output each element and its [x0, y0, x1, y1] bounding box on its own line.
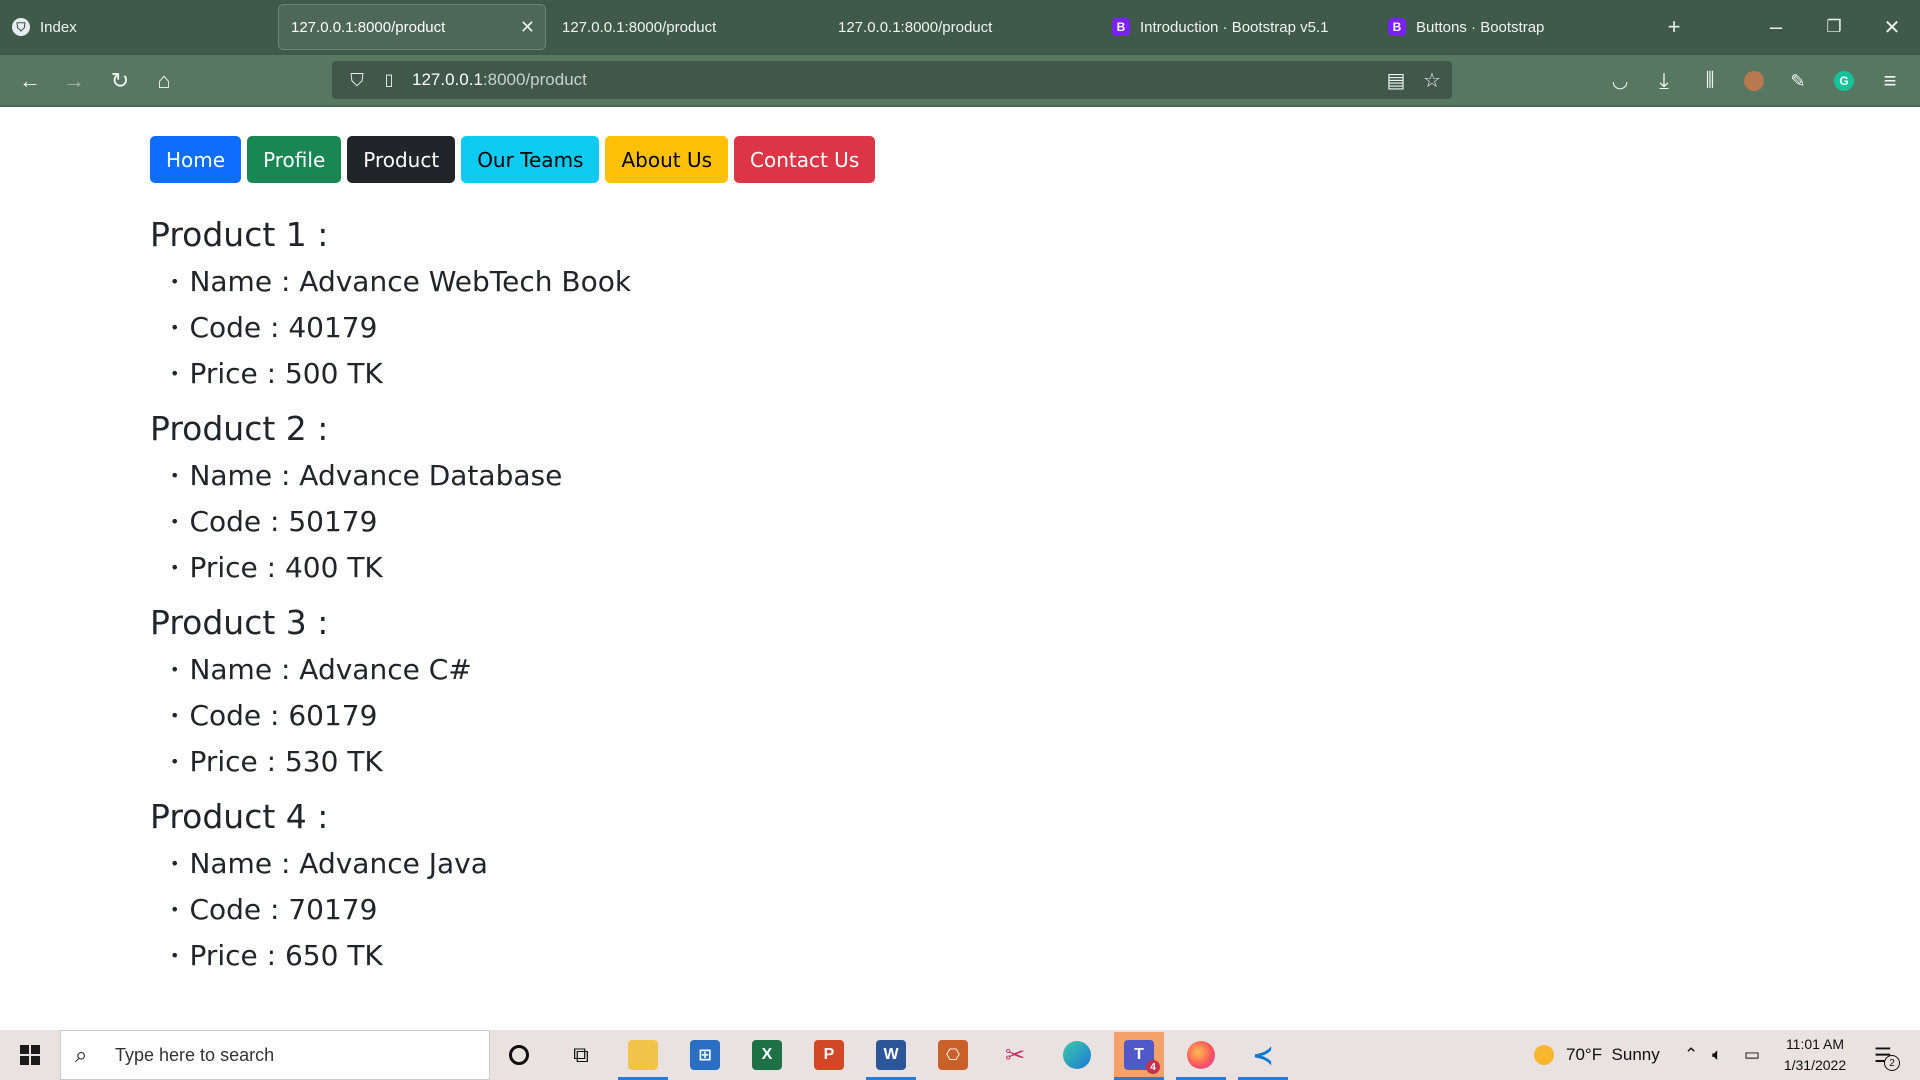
library-icon[interactable]: ⫼ — [1692, 63, 1728, 99]
bookmark-star-icon[interactable]: ☆ — [1414, 61, 1450, 99]
tab-product-3[interactable]: 127.0.0.1:8000/product — [826, 4, 1094, 50]
product-block-1: Product 1 : • Name : Advance WebTech Book… — [150, 211, 631, 397]
search-placeholder: Type here to search — [115, 1044, 275, 1065]
teams-badge: 4 — [1146, 1060, 1160, 1074]
battery-icon[interactable]: ▭ — [1744, 1030, 1760, 1080]
sun-icon — [1534, 1045, 1554, 1065]
product-heading: Product 4 : — [150, 797, 329, 836]
forward-arrow-icon[interactable]: → — [56, 63, 92, 99]
teams-icon[interactable]: T4 — [1114, 1032, 1164, 1080]
word-icon[interactable]: W — [866, 1032, 916, 1080]
browser-nav-bar: ← → ↻ ⌂ ⛉ ▯ 127.0.0.1:8000/product ▤ ☆ ◡… — [0, 55, 1920, 106]
start-button[interactable] — [0, 1030, 60, 1080]
tab-product-active[interactable]: 127.0.0.1:8000/product ✕ — [278, 4, 546, 50]
browser-tab-bar: ⛉ Index 127.0.0.1:8000/product ✕ 127.0.0… — [0, 0, 1920, 55]
powerpoint-icon[interactable]: P — [804, 1032, 854, 1078]
excel-icon[interactable]: X — [742, 1032, 792, 1078]
bootstrap-icon: B — [1112, 18, 1130, 36]
product-block-3: Product 3 : • Name : Advance C# • Code : 6… — [150, 599, 631, 785]
list-item: • Code : 40179 — [170, 311, 378, 344]
microsoft-store-icon[interactable]: ⊞ — [680, 1032, 730, 1078]
url-text[interactable]: 127.0.0.1:8000/product — [412, 70, 587, 90]
list-item: • Code : 60179 — [170, 699, 378, 732]
product-list: Product 1 : • Name : Advance WebTech Book… — [150, 211, 631, 987]
tab-index[interactable]: ⛉ Index — [0, 4, 270, 50]
task-view-icon[interactable]: ⧉ — [556, 1032, 606, 1078]
bootstrap-icon: B — [1388, 18, 1406, 36]
volume-icon[interactable]: 🔈︎ — [1712, 1030, 1722, 1080]
list-item: • Name : Advance Database — [170, 459, 563, 492]
file-explorer-icon[interactable] — [618, 1032, 668, 1080]
back-arrow-icon[interactable]: ← — [12, 63, 48, 99]
page-content: Home Profile Product Our Teams About Us … — [0, 107, 1920, 1030]
notification-count: 2 — [1884, 1055, 1900, 1071]
product-button[interactable]: Product — [347, 136, 456, 183]
firefox-icon[interactable] — [1176, 1032, 1226, 1080]
list-item: • Price : 650 TK — [170, 939, 383, 972]
snipping-tool-icon[interactable]: ✂ — [990, 1032, 1040, 1078]
download-icon[interactable]: ⤓ — [1646, 63, 1682, 99]
product-heading: Product 2 : — [150, 409, 329, 448]
edge-browser-icon[interactable] — [1052, 1032, 1102, 1078]
tab-bootstrap-buttons[interactable]: B Buttons · Bootstrap — [1376, 4, 1646, 50]
close-window-icon[interactable]: ✕ — [1872, 10, 1912, 44]
tab-label: Introduction · Bootstrap v5.1 — [1140, 18, 1329, 36]
list-item: • Name : Advance C# — [170, 653, 472, 686]
tab-label: Index — [40, 18, 77, 36]
list-item: • Price : 500 TK — [170, 357, 383, 390]
reload-icon[interactable]: ↻ — [102, 63, 138, 99]
grammarly-icon[interactable]: G — [1826, 63, 1862, 99]
taskbar-search-box[interactable]: ⌕ Type here to search — [60, 1030, 490, 1080]
new-tab-plus-icon[interactable]: + — [1654, 10, 1694, 44]
tracking-shield-icon[interactable]: ⛉ — [344, 70, 370, 91]
list-item: • Name : Advance Java — [170, 847, 488, 880]
address-bar[interactable]: ⛉ ▯ 127.0.0.1:8000/product ▤ ☆ — [332, 61, 1452, 99]
product-block-4: Product 4 : • Name : Advance Java • Code :… — [150, 793, 631, 979]
restore-icon[interactable]: ❐ — [1814, 10, 1854, 44]
windows-logo-icon — [20, 1045, 40, 1065]
product-heading: Product 1 : — [150, 215, 329, 254]
vscode-icon[interactable]: ≺ — [1238, 1032, 1288, 1080]
product-block-2: Product 2 : • Name : Advance Database • Co… — [150, 405, 631, 591]
close-icon[interactable]: ✕ — [520, 17, 535, 38]
cortana-icon[interactable] — [494, 1032, 544, 1078]
our-teams-button[interactable]: Our Teams — [461, 136, 600, 183]
windows-taskbar: ⌕ Type here to search ⧉ ⊞ X P W ⎔ ✂ T4 ≺… — [0, 1030, 1920, 1080]
contact-us-button[interactable]: Contact Us — [734, 136, 876, 183]
list-item: • Name : Advance WebTech Book — [170, 265, 632, 298]
list-item: • Price : 530 TK — [170, 745, 383, 778]
search-icon: ⌕ — [75, 1042, 88, 1067]
notification-center-icon[interactable]: ☰ 2 — [1866, 1039, 1900, 1071]
tab-label: 127.0.0.1:8000/product — [291, 18, 446, 36]
color-picker-extension-icon[interactable]: ✎ — [1780, 63, 1816, 99]
reader-view-icon[interactable]: ▤ — [1378, 61, 1414, 99]
list-item: • Code : 70179 — [170, 893, 378, 926]
tab-label: Buttons · Bootstrap — [1416, 18, 1545, 36]
page-info-icon[interactable]: ▯ — [378, 70, 400, 90]
shield-icon: ⛉ — [12, 18, 30, 36]
tab-label: 127.0.0.1:8000/product — [562, 18, 717, 36]
office-app-icon[interactable]: ⎔ — [928, 1032, 978, 1078]
list-item: • Price : 400 TK — [170, 551, 383, 584]
home-button[interactable]: Home — [150, 136, 242, 183]
button-menu: Home Profile Product Our Teams About Us … — [150, 136, 876, 183]
weather-widget[interactable]: 70°F Sunny — [1534, 1030, 1660, 1080]
chevron-up-icon[interactable]: ⌃ — [1684, 1030, 1698, 1080]
tab-product-2[interactable]: 127.0.0.1:8000/product — [550, 4, 818, 50]
profile-button[interactable]: Profile — [247, 136, 342, 183]
pocket-icon[interactable]: ◡ — [1602, 63, 1638, 99]
tab-label: 127.0.0.1:8000/product — [838, 18, 993, 36]
account-avatar-icon[interactable] — [1736, 63, 1772, 99]
home-icon[interactable]: ⌂ — [146, 63, 182, 99]
about-us-button[interactable]: About Us — [605, 136, 729, 183]
minimize-icon[interactable]: – — [1756, 10, 1796, 44]
hamburger-menu-icon[interactable]: ≡ — [1872, 63, 1908, 99]
taskbar-clock[interactable]: 11:01 AM 1/31/2022 — [1770, 1034, 1860, 1076]
list-item: • Code : 50179 — [170, 505, 378, 538]
tab-bootstrap-intro[interactable]: B Introduction · Bootstrap v5.1 — [1100, 4, 1370, 50]
product-heading: Product 3 : — [150, 603, 329, 642]
